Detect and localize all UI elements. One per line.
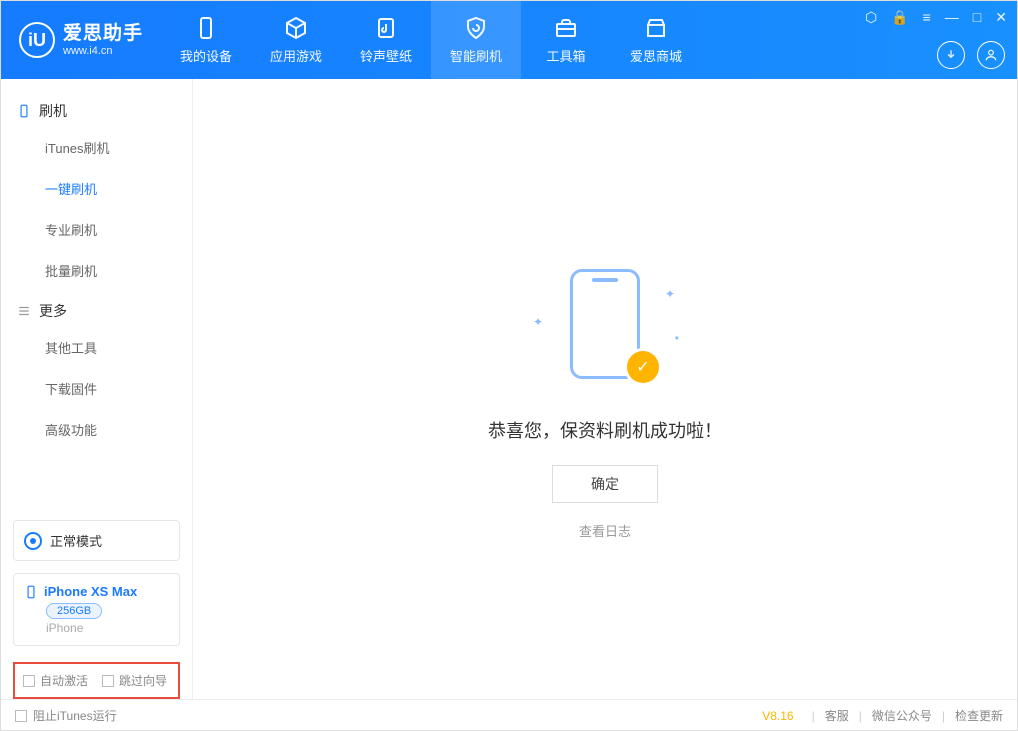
shirt-icon[interactable]: ⬡ (865, 9, 877, 26)
tab-label: 爱思商城 (630, 46, 682, 65)
mode-indicator-icon (24, 532, 42, 550)
toolbox-icon (554, 16, 578, 40)
device-mode-box[interactable]: 正常模式 (13, 520, 180, 561)
tab-label: 铃声壁纸 (360, 46, 412, 65)
tab-label: 工具箱 (547, 46, 586, 65)
app-name-en: www.i4.cn (63, 45, 143, 58)
checkbox-label: 自动激活 (40, 672, 88, 689)
tab-ringtones[interactable]: 铃声壁纸 (341, 1, 431, 79)
app-logo: iU 爱思助手 www.i4.cn (1, 1, 161, 79)
shield-refresh-icon (464, 16, 488, 40)
music-file-icon (374, 16, 398, 40)
link-check-update[interactable]: 检查更新 (955, 707, 1003, 724)
sparkle-icon: ✦ (665, 287, 675, 301)
download-button[interactable] (937, 41, 965, 69)
window-controls: ⬡ 🔒 ≡ — □ ✕ (865, 9, 1007, 26)
sidebar-item-advanced[interactable]: 高级功能 (1, 409, 192, 450)
user-button[interactable] (977, 41, 1005, 69)
tab-store[interactable]: 爱思商城 (611, 1, 701, 79)
checkbox-label: 跳过向导 (119, 672, 167, 689)
tab-apps-games[interactable]: 应用游戏 (251, 1, 341, 79)
ok-button[interactable]: 确定 (552, 465, 658, 503)
separator: | (942, 709, 945, 723)
sidebar-group-more: 更多 (1, 291, 192, 327)
tab-label: 应用游戏 (270, 46, 322, 65)
sidebar-item-other-tools[interactable]: 其他工具 (1, 327, 192, 368)
checkbox-auto-activate[interactable]: 自动激活 (23, 672, 88, 689)
cube-icon (284, 16, 308, 40)
tab-toolbox[interactable]: 工具箱 (521, 1, 611, 79)
check-badge-icon: ✓ (627, 351, 659, 383)
sparkle-icon: • (675, 331, 679, 345)
sidebar-group-flash: 刷机 (1, 91, 192, 127)
group-title: 更多 (39, 301, 67, 321)
sidebar-item-oneclick-flash[interactable]: 一键刷机 (1, 168, 192, 209)
nav-tabs: 我的设备 应用游戏 铃声壁纸 智能刷机 工具箱 爱思商城 (161, 1, 701, 79)
separator: | (859, 709, 862, 723)
group-title: 刷机 (39, 101, 67, 121)
device-type: iPhone (46, 621, 169, 635)
version-label: V8.16 (762, 709, 793, 723)
lock-icon[interactable]: 🔒 (891, 9, 908, 26)
store-icon (644, 16, 668, 40)
mode-label: 正常模式 (50, 531, 102, 550)
list-icon (17, 304, 31, 318)
sparkle-icon: ✦ (533, 315, 543, 329)
checkbox-icon (23, 675, 35, 687)
highlighted-options-row: 自动激活 跳过向导 (13, 662, 180, 699)
tab-smart-flash[interactable]: 智能刷机 (431, 1, 521, 79)
sidebar-item-download-firmware[interactable]: 下载固件 (1, 368, 192, 409)
phone-outline-icon (17, 104, 31, 118)
tab-my-device[interactable]: 我的设备 (161, 1, 251, 79)
device-capacity: 256GB (46, 603, 102, 619)
link-wechat[interactable]: 微信公众号 (872, 707, 932, 724)
device-info-box[interactable]: iPhone XS Max 256GB iPhone (13, 573, 180, 646)
device-name: iPhone XS Max (44, 584, 137, 599)
success-illustration: ✓ ✦ ✦ • (545, 269, 665, 389)
separator: | (812, 709, 815, 723)
app-name-cn: 爱思助手 (63, 23, 143, 45)
close-button[interactable]: ✕ (995, 9, 1007, 26)
checkbox-icon (15, 710, 27, 722)
tab-label: 我的设备 (180, 46, 232, 65)
sidebar-item-pro-flash[interactable]: 专业刷机 (1, 209, 192, 250)
logo-icon: iU (19, 22, 55, 58)
device-icon (194, 16, 218, 40)
header: iU 爱思助手 www.i4.cn 我的设备 应用游戏 铃声壁纸 智能刷机 工具… (1, 1, 1017, 79)
view-log-link[interactable]: 查看日志 (579, 521, 631, 540)
sidebar: 刷机 iTunes刷机 一键刷机 专业刷机 批量刷机 更多 其他工具 下载固件 … (1, 79, 193, 699)
sidebar-item-itunes-flash[interactable]: iTunes刷机 (1, 127, 192, 168)
checkbox-skip-guide[interactable]: 跳过向导 (102, 672, 167, 689)
link-support[interactable]: 客服 (825, 707, 849, 724)
success-message: 恭喜您，保资料刷机成功啦！ (488, 417, 722, 443)
main-content: ✓ ✦ ✦ • 恭喜您，保资料刷机成功啦！ 确定 查看日志 (193, 79, 1017, 699)
phone-icon (24, 585, 38, 599)
checkbox-label: 阻止iTunes运行 (33, 707, 117, 724)
checkbox-icon (102, 675, 114, 687)
status-bar: 阻止iTunes运行 V8.16 | 客服 | 微信公众号 | 检查更新 (1, 699, 1017, 731)
header-right-actions (937, 41, 1005, 69)
minimize-button[interactable]: — (945, 9, 959, 26)
menu-icon[interactable]: ≡ (923, 9, 931, 26)
maximize-button[interactable]: □ (973, 9, 981, 26)
tab-label: 智能刷机 (450, 46, 502, 65)
download-icon (944, 48, 958, 62)
user-icon (984, 48, 998, 62)
checkbox-block-itunes[interactable]: 阻止iTunes运行 (15, 707, 117, 724)
sidebar-item-batch-flash[interactable]: 批量刷机 (1, 250, 192, 291)
